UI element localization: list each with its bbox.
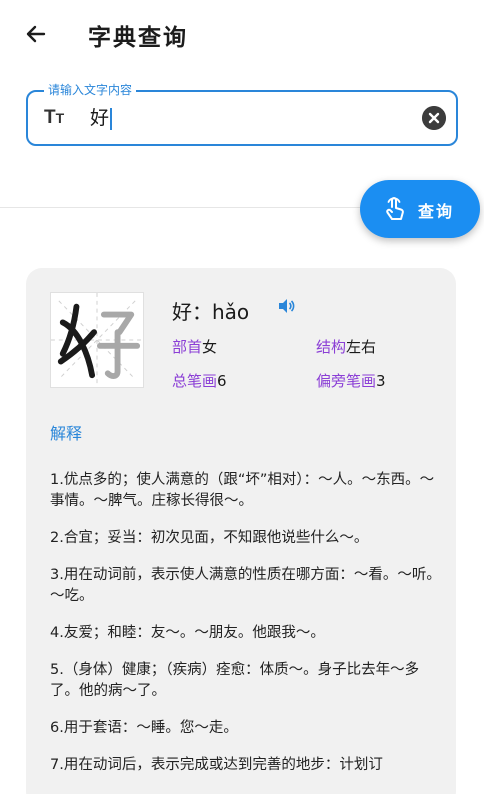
character-stroke-image [50, 292, 144, 388]
structure-value: 左右 [346, 338, 377, 356]
back-arrow-icon[interactable] [22, 20, 50, 48]
text-format-icon: TT [44, 107, 65, 128]
character-heading: 好：hǎo [172, 300, 250, 324]
definition-item: 2.合宜；妥当：初次见面，不知跟他说些什么～。 [50, 530, 369, 546]
definition-item: 7.用在动词后，表示完成或达到完善的地步：计划订 [50, 757, 383, 773]
strokes-key: 总笔画 [172, 372, 218, 390]
structure-info: 结构左右 [316, 336, 376, 357]
side-strokes-key: 偏旁笔画 [316, 372, 377, 390]
clear-icon[interactable] [422, 106, 446, 130]
definition-item: 4.友爱；和睦：友～。～朋友。他跟我～。 [50, 625, 325, 641]
app-bar: 字典查询 [0, 0, 484, 72]
search-input[interactable]: 好 [90, 104, 113, 132]
divider [0, 207, 362, 208]
strokes-value: 6 [217, 372, 227, 390]
radical-value: 女 [202, 338, 218, 356]
search-field[interactable]: 请输入文字内容 TT 好 [26, 82, 458, 146]
search-input-value: 好 [90, 107, 110, 129]
definitions-list: 1.优点多的；使人满意的（跟“坏”相对）：～人。～东西。～事情。～脾气。庄稼长得… [50, 470, 446, 792]
radical-key: 部首 [172, 338, 203, 356]
text-caret [110, 107, 113, 130]
search-button[interactable]: 查询 [360, 180, 480, 238]
side-strokes-info: 偏旁笔画3 [316, 370, 386, 391]
radical-info: 部首女 [172, 336, 217, 357]
section-title: 解释 [50, 424, 83, 443]
definition-item: 1.优点多的；使人满意的（跟“坏”相对）：～人。～东西。～事情。～脾气。庄稼长得… [50, 472, 435, 509]
touch-hand-icon [386, 197, 404, 220]
search-button-label: 查询 [418, 202, 455, 221]
definition-item: 5.（身体）健康；（疾病）痊愈：体质～。身子比去年～多了。他的病～了。 [50, 662, 420, 699]
definition-item: 3.用在动词前，表示使人满意的性质在哪方面：～看。～听。～吃。 [50, 567, 441, 604]
page-title: 字典查询 [88, 25, 188, 51]
side-strokes-value: 3 [376, 372, 386, 390]
structure-key: 结构 [316, 338, 347, 356]
search-field-label: 请输入文字内容 [44, 82, 137, 98]
strokes-info: 总笔画6 [172, 370, 227, 391]
speaker-icon[interactable] [276, 296, 296, 316]
definition-item: 6.用于套语：～睡。您～走。 [50, 720, 238, 736]
result-card: 好：hǎo 部首女 结构左右 总笔画6 偏旁笔画3 解释 1.优点多的；使人满意… [26, 268, 456, 794]
